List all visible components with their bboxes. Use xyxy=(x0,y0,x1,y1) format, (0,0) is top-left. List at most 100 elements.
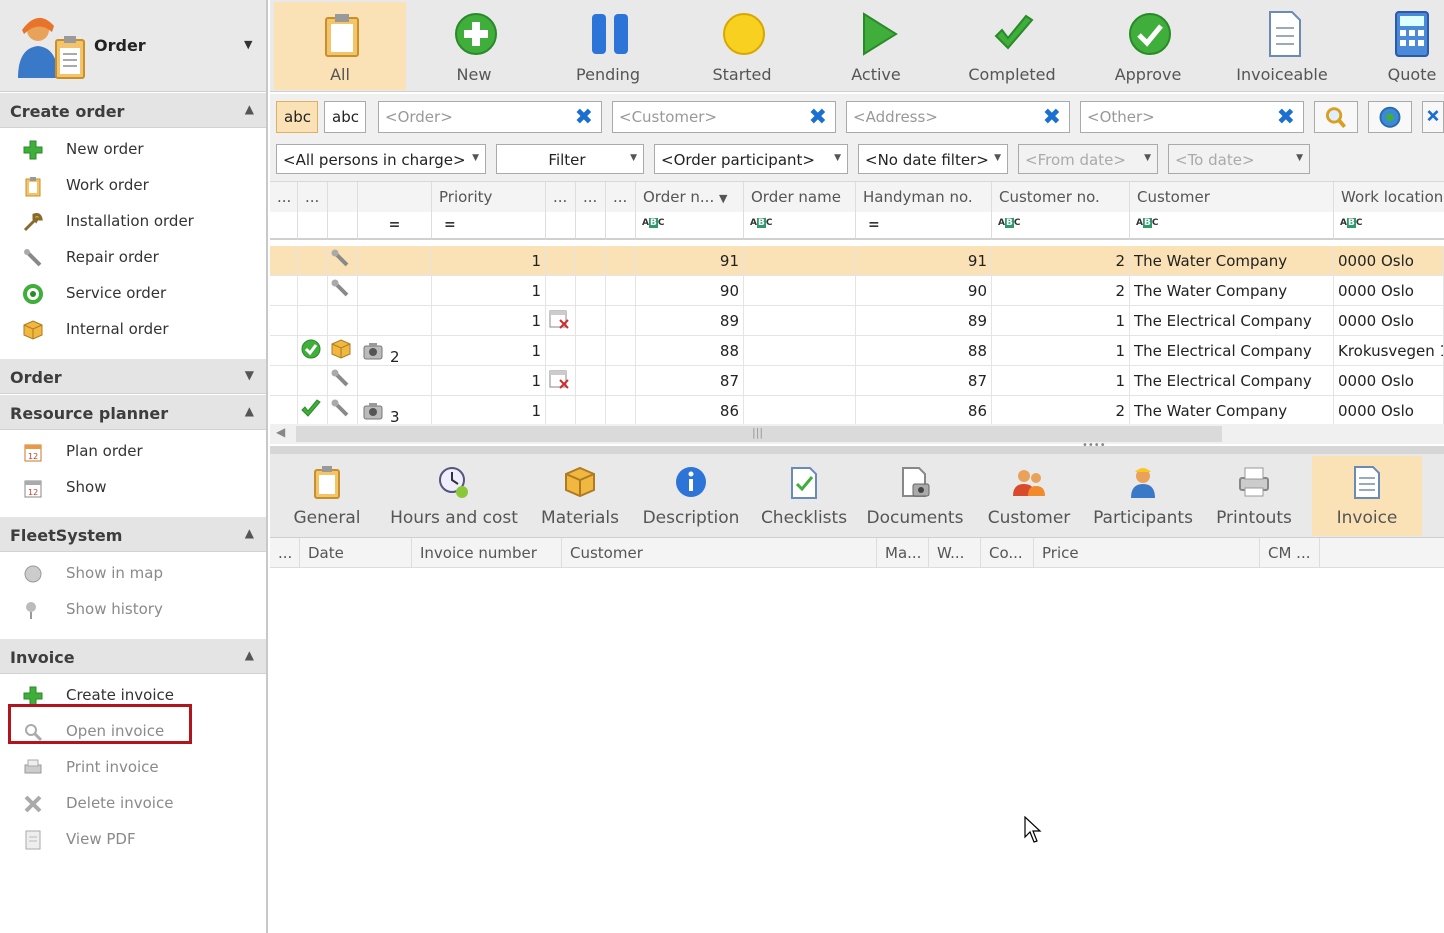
filter-cell[interactable]: ABC xyxy=(992,212,1130,240)
table-cell[interactable]: 87 xyxy=(856,366,992,396)
section-fleetsystem[interactable]: FleetSystem ▲ xyxy=(0,516,266,552)
filter-new-button[interactable]: New xyxy=(408,2,540,90)
filter-cell[interactable]: ABC xyxy=(636,212,744,240)
column-header[interactable]: ... xyxy=(270,538,300,568)
table-cell[interactable] xyxy=(546,396,576,424)
column-header-w[interactable]: W... xyxy=(929,538,981,568)
clear-icon[interactable]: ✖ xyxy=(1043,105,1061,130)
from-date-select[interactable]: <From date> ▼ xyxy=(1018,144,1158,174)
column-header-price[interactable]: Price xyxy=(1034,538,1260,568)
filter-pending-button[interactable]: Pending xyxy=(542,2,674,90)
table-cell[interactable] xyxy=(606,366,636,396)
section-invoice[interactable]: Invoice ▲ xyxy=(0,638,266,674)
table-cell[interactable]: 1 xyxy=(432,276,546,306)
filter-active-button[interactable]: Active xyxy=(810,2,942,90)
chevron-down-icon[interactable]: ▼ xyxy=(244,38,252,51)
column-header-order-name[interactable]: Order name xyxy=(744,182,856,212)
delete-invoice-item[interactable]: Delete invoice xyxy=(0,786,266,822)
filter-cell[interactable]: = xyxy=(432,212,546,240)
table-cell[interactable]: The Electrical Company xyxy=(1130,336,1334,366)
table-cell[interactable]: Krokusvegen 1 xyxy=(1334,336,1444,366)
table-cell[interactable]: 1 xyxy=(432,246,546,276)
table-row[interactable]: 3 1 86 86 2 The Water Company 0000 Oslo xyxy=(270,396,1444,424)
table-cell[interactable] xyxy=(328,246,358,276)
table-cell[interactable] xyxy=(328,306,358,336)
table-cell[interactable]: 88 xyxy=(856,336,992,366)
table-row[interactable]: 1 87 87 1 The Electrical Company 0000 Oslo xyxy=(270,366,1444,396)
filter-cell[interactable] xyxy=(328,212,358,240)
tab-participants[interactable]: Participants xyxy=(1086,456,1200,536)
table-cell[interactable] xyxy=(606,396,636,424)
column-header-cm[interactable]: CM ... xyxy=(1260,538,1320,568)
table-cell[interactable] xyxy=(744,366,856,396)
table-cell[interactable]: 1 xyxy=(992,366,1130,396)
table-cell[interactable] xyxy=(270,366,298,396)
table-cell[interactable] xyxy=(270,276,298,306)
horizontal-scrollbar[interactable]: ◀ ||| xyxy=(270,424,1444,444)
internal-order-item[interactable]: Internal order xyxy=(0,312,266,348)
tab-printouts[interactable]: Printouts xyxy=(1200,456,1308,536)
table-cell[interactable] xyxy=(576,246,606,276)
filter-cell[interactable]: ABC xyxy=(744,212,856,240)
table-cell[interactable]: 88 xyxy=(636,336,744,366)
table-cell[interactable] xyxy=(358,246,432,276)
table-cell[interactable] xyxy=(576,366,606,396)
column-header[interactable]: ... xyxy=(546,182,576,212)
clear-icon[interactable]: ✖ xyxy=(575,105,593,130)
tab-customer[interactable]: Customer xyxy=(972,456,1086,536)
column-header[interactable] xyxy=(358,182,432,212)
show-item[interactable]: 12 Show xyxy=(0,470,266,506)
refresh-button[interactable] xyxy=(1368,101,1412,133)
table-row[interactable]: 1 90 90 2 The Water Company 0000 Oslo xyxy=(270,276,1444,306)
section-order[interactable]: Order ▼ xyxy=(0,358,266,394)
tab-description[interactable]: Description xyxy=(632,456,750,536)
table-cell[interactable] xyxy=(546,246,576,276)
table-cell[interactable]: The Water Company xyxy=(1130,396,1334,424)
table-cell[interactable] xyxy=(576,336,606,366)
filter-approve-button[interactable]: Approve xyxy=(1082,2,1214,90)
column-header-co[interactable]: Co... xyxy=(981,538,1034,568)
table-cell[interactable] xyxy=(298,396,328,424)
table-cell[interactable] xyxy=(298,366,328,396)
clear-icon[interactable]: ✖ xyxy=(1277,105,1295,130)
show-history-item[interactable]: Show history xyxy=(0,592,266,628)
chevron-up-icon[interactable]: ▲ xyxy=(245,526,254,540)
table-cell[interactable]: 1 xyxy=(992,336,1130,366)
case-toggle-button[interactable]: abc xyxy=(276,101,318,133)
order-search-input[interactable]: <Order> ✖ xyxy=(378,101,602,133)
tab-general[interactable]: General xyxy=(274,456,380,536)
table-cell[interactable] xyxy=(744,396,856,424)
filter-cell[interactable] xyxy=(576,212,606,240)
column-header[interactable] xyxy=(328,182,358,212)
table-cell[interactable]: 2 xyxy=(992,276,1130,306)
splitter[interactable]: •••• xyxy=(270,440,1444,454)
show-in-map-item[interactable]: Show in map xyxy=(0,556,266,592)
column-header-location[interactable]: Work location xyxy=(1334,182,1444,212)
filter-invoiceable-button[interactable]: Invoiceable xyxy=(1216,2,1348,90)
filter-cell[interactable] xyxy=(606,212,636,240)
chevron-down-icon[interactable]: ▼ xyxy=(245,368,254,382)
installation-order-item[interactable]: Installation order xyxy=(0,204,266,240)
table-cell[interactable] xyxy=(298,276,328,306)
column-header-customer[interactable]: Customer xyxy=(1130,182,1334,212)
to-date-select[interactable]: <To date> ▼ xyxy=(1168,144,1310,174)
column-header[interactable]: ... xyxy=(270,182,298,212)
table-cell[interactable]: 89 xyxy=(856,306,992,336)
chevron-up-icon[interactable]: ▲ xyxy=(245,102,254,116)
table-cell[interactable] xyxy=(328,366,358,396)
repair-order-item[interactable]: Repair order xyxy=(0,240,266,276)
chevron-up-icon[interactable]: ▲ xyxy=(245,404,254,418)
column-header-ma[interactable]: Ma... xyxy=(877,538,929,568)
column-header[interactable]: ... xyxy=(298,182,328,212)
table-cell[interactable] xyxy=(546,336,576,366)
table-cell[interactable]: 0000 Oslo xyxy=(1334,246,1444,276)
print-invoice-item[interactable]: Print invoice xyxy=(0,750,266,786)
table-cell[interactable]: The Water Company xyxy=(1130,246,1334,276)
table-row[interactable]: 1 89 89 1 The Electrical Company 0000 Oslo xyxy=(270,306,1444,336)
table-row[interactable]: 2 1 88 88 1 The Electrical Company Krokusvegen… xyxy=(270,336,1444,366)
work-order-item[interactable]: Work order xyxy=(0,168,266,204)
table-cell[interactable] xyxy=(606,306,636,336)
column-header-customer-no[interactable]: Customer no. xyxy=(992,182,1130,212)
view-pdf-item[interactable]: View PDF xyxy=(0,822,266,858)
section-create-order[interactable]: Create order ▲ xyxy=(0,92,266,128)
